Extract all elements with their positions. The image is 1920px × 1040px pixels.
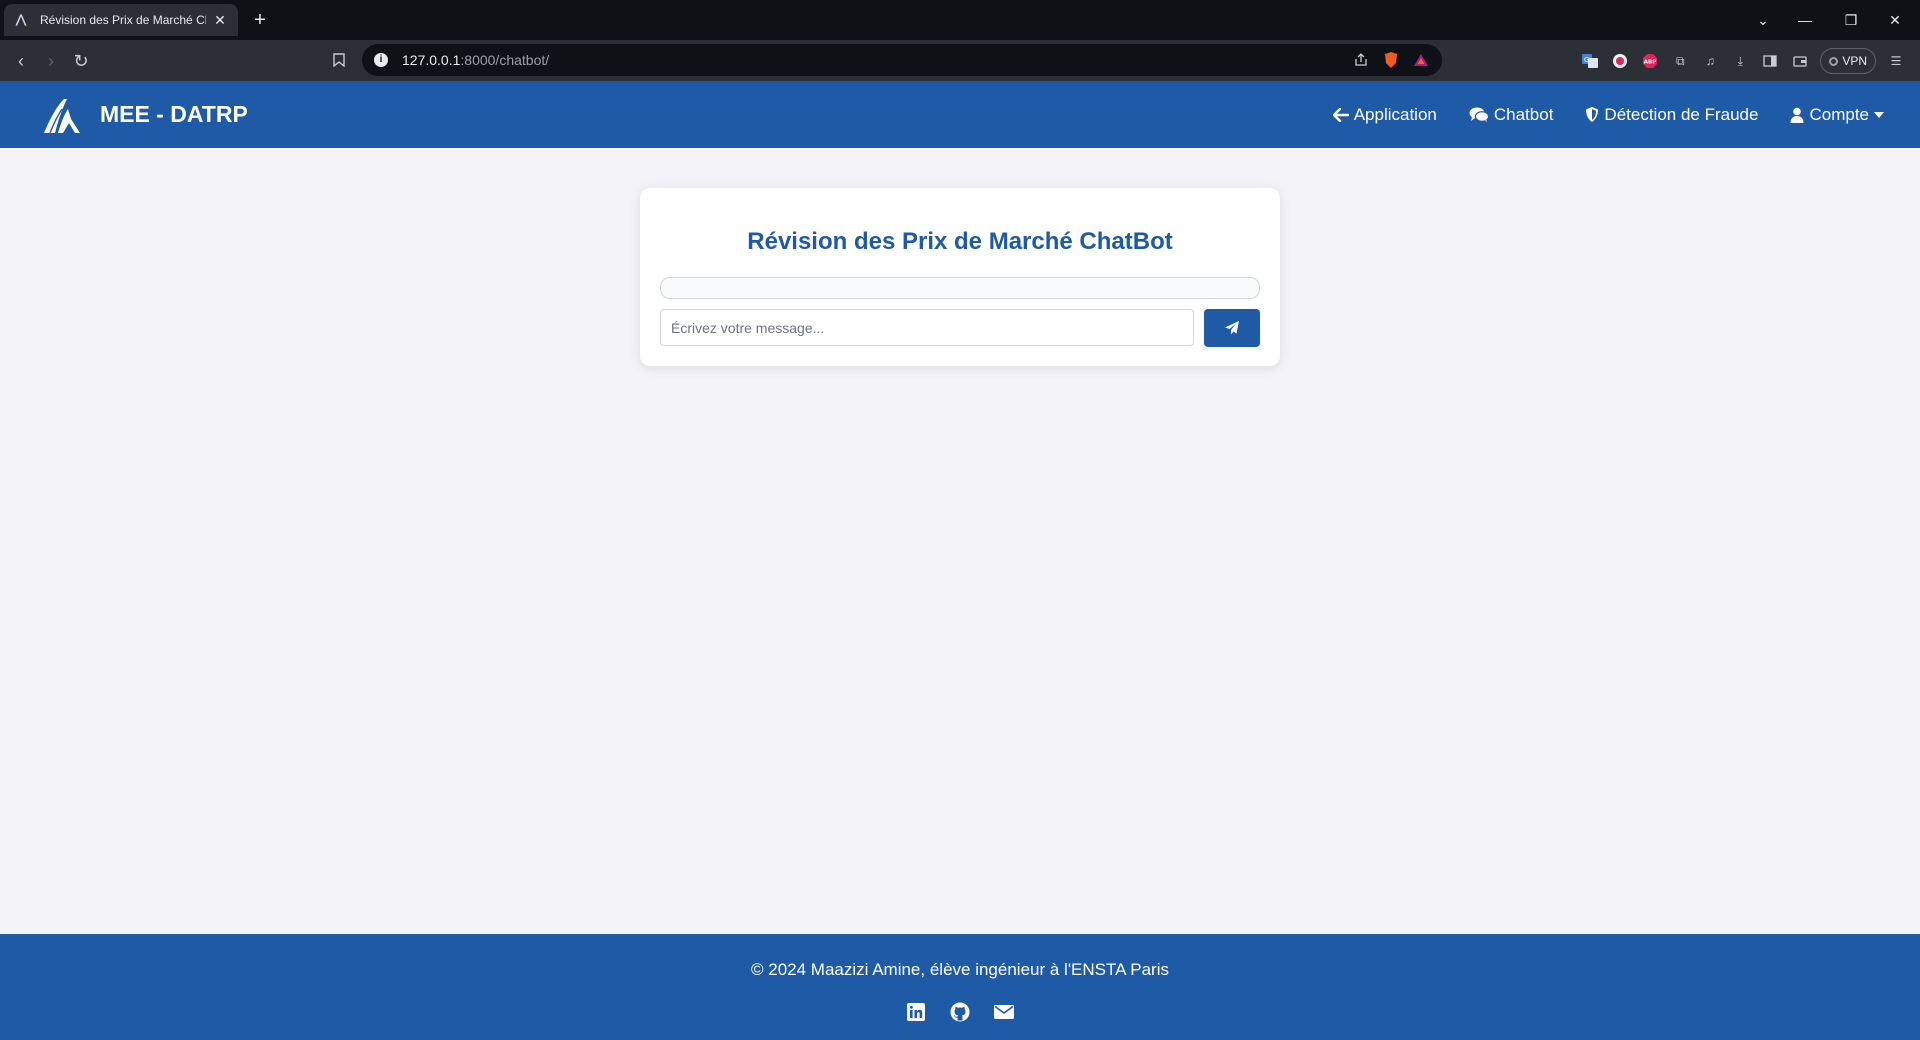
chatbot-title: Révision des Prix de Marché ChatBot bbox=[747, 228, 1173, 255]
sidebar-icon[interactable] bbox=[1760, 51, 1780, 71]
url-text[interactable]: 127.0.0.1:8000/chatbot/ bbox=[402, 52, 1352, 68]
brave-rewards-icon[interactable] bbox=[1412, 51, 1430, 69]
music-icon[interactable]: ♫ bbox=[1700, 51, 1720, 71]
address-bar[interactable]: i 127.0.0.1:8000/chatbot/ bbox=[362, 44, 1442, 76]
reload-icon[interactable]: ↻ bbox=[68, 48, 94, 74]
footer-social-icons bbox=[0, 1002, 1920, 1022]
bookmark-icon[interactable] bbox=[326, 48, 352, 74]
caret-down-icon bbox=[1874, 111, 1884, 118]
envelope-icon[interactable] bbox=[994, 1002, 1014, 1022]
footer-copyright: © 2024 Maazizi Amine, élève ingénieur à … bbox=[751, 960, 1169, 979]
send-button[interactable] bbox=[1204, 309, 1260, 347]
comments-icon bbox=[1469, 107, 1489, 123]
wallet-icon[interactable] bbox=[1790, 51, 1810, 71]
vpn-status-icon bbox=[1829, 56, 1839, 66]
tab-search-icon[interactable]: ⌄ bbox=[1748, 8, 1778, 32]
svg-text:G: G bbox=[1584, 56, 1589, 64]
extensions-icon[interactable]: ⧉ bbox=[1670, 51, 1690, 71]
nav-link-fraud-detection[interactable]: Détection de Fraude bbox=[1585, 105, 1758, 125]
nav-link-application[interactable]: Application bbox=[1332, 105, 1437, 125]
adblock-icon[interactable]: ABP bbox=[1640, 51, 1660, 71]
chatbot-card: Révision des Prix de Marché ChatBot bbox=[640, 188, 1280, 366]
brave-shields-icon[interactable] bbox=[1382, 51, 1400, 69]
site-info-icon[interactable]: i bbox=[374, 53, 388, 67]
nav-link-chatbot[interactable]: Chatbot bbox=[1469, 105, 1553, 125]
minimize-icon[interactable]: — bbox=[1790, 8, 1820, 32]
record-icon[interactable] bbox=[1610, 51, 1630, 71]
app-navbar: MEE - DATRP Application Chatbot Détectio… bbox=[0, 81, 1920, 148]
site-logo-icon bbox=[14, 12, 30, 28]
footer: © 2024 Maazizi Amine, élève ingénieur à … bbox=[0, 934, 1920, 1040]
close-tab-icon[interactable]: ✕ bbox=[212, 12, 228, 29]
svg-text:ABP: ABP bbox=[1644, 60, 1656, 66]
menu-icon[interactable]: ☰ bbox=[1886, 51, 1906, 71]
forward-icon[interactable]: › bbox=[38, 48, 64, 74]
nav-links: Application Chatbot Détection de Fraude … bbox=[1332, 105, 1884, 125]
brand[interactable]: MEE - DATRP bbox=[42, 95, 248, 135]
paper-plane-icon bbox=[1224, 320, 1240, 336]
brand-logo-icon bbox=[44, 98, 80, 133]
new-tab-icon[interactable]: + bbox=[250, 8, 270, 32]
back-icon[interactable]: ‹ bbox=[8, 48, 34, 74]
extensions-row: G ABP ⧉ ♫ ⤓ VPN ☰ bbox=[1580, 47, 1906, 75]
message-input[interactable] bbox=[660, 309, 1194, 346]
user-icon bbox=[1790, 107, 1804, 123]
translate-icon[interactable]: G bbox=[1580, 51, 1600, 71]
linkedin-icon[interactable] bbox=[906, 1002, 926, 1022]
nav-link-account[interactable]: Compte bbox=[1790, 105, 1884, 125]
close-window-icon[interactable]: ✕ bbox=[1880, 8, 1910, 32]
vpn-button[interactable]: VPN bbox=[1820, 48, 1876, 74]
github-icon[interactable] bbox=[950, 1002, 970, 1022]
arrow-left-icon bbox=[1332, 107, 1349, 122]
browser-tab[interactable]: Révision des Prix de Marché Ch ✕ bbox=[4, 4, 238, 36]
shield-icon bbox=[1585, 106, 1599, 123]
chat-messages-area[interactable] bbox=[660, 277, 1260, 299]
download-icon[interactable]: ⤓ bbox=[1730, 51, 1750, 71]
tab-title: Révision des Prix de Marché Ch bbox=[40, 13, 206, 27]
share-icon[interactable] bbox=[1352, 51, 1370, 69]
browser-tab-bar: Révision des Prix de Marché Ch ✕ + ⌄ — ❐… bbox=[0, 0, 1920, 40]
browser-toolbar: ‹ › ↻ i 127.0.0.1:8000/chatbot/ G ABP ⧉ … bbox=[0, 40, 1920, 81]
brand-name: MEE - DATRP bbox=[100, 101, 248, 127]
restore-icon[interactable]: ❐ bbox=[1836, 8, 1866, 32]
